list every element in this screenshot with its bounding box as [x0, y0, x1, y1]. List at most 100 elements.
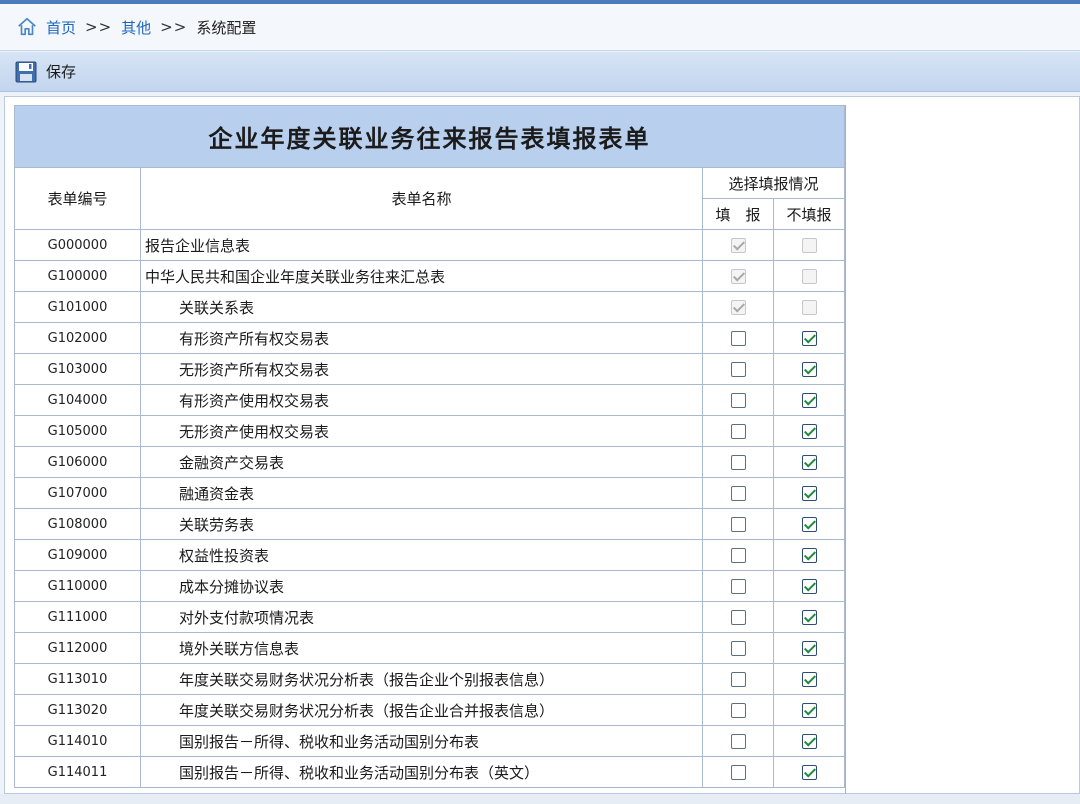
form-name: 权益性投资表 — [140, 539, 703, 571]
nofill-checkbox[interactable] — [801, 765, 817, 780]
nofill-cell — [773, 632, 845, 664]
nofill-cell — [773, 446, 845, 478]
nofill-cell — [773, 756, 845, 788]
form-code: G107000 — [14, 477, 141, 509]
form-name: 对外支付款项情况表 — [140, 601, 703, 633]
nofill-checkbox[interactable] — [801, 703, 817, 718]
header-name: 表单名称 — [140, 167, 703, 230]
table-row: G000000 报告企业信息表 — [14, 229, 845, 261]
form-code: G100000 — [14, 260, 141, 292]
form-title: 企业年度关联业务往来报告表填报表单 — [14, 105, 845, 168]
fill-cell — [702, 477, 774, 509]
fill-checkbox[interactable] — [730, 331, 746, 346]
content-area: 企业年度关联业务往来报告表填报表单 表单编号 表单名称 选择填报情况 填 报 不… — [4, 96, 1080, 795]
nofill-checkbox[interactable] — [801, 641, 817, 656]
nofill-cell — [773, 725, 845, 757]
table-row: G103000 无形资产所有权交易表 — [14, 353, 845, 385]
nofill-checkbox[interactable] — [801, 517, 817, 532]
nofill-checkbox[interactable] — [801, 486, 817, 501]
nofill-checkbox — [801, 238, 817, 253]
fill-cell — [702, 446, 774, 478]
fill-checkbox[interactable] — [730, 362, 746, 377]
breadcrumb-home-link[interactable]: 首页 — [46, 17, 76, 38]
nofill-checkbox[interactable] — [801, 548, 817, 563]
nofill-checkbox[interactable] — [801, 393, 817, 408]
fill-checkbox[interactable] — [730, 579, 746, 594]
table-row: G106000 金融资产交易表 — [14, 446, 845, 478]
fill-checkbox[interactable] — [730, 703, 746, 718]
fill-checkbox[interactable] — [730, 486, 746, 501]
breadcrumb-current: 系统配置 — [196, 18, 257, 37]
fill-cell — [702, 415, 774, 447]
fill-cell — [702, 632, 774, 664]
form-name: 成本分摊协议表 — [140, 570, 703, 602]
form-name: 无形资产使用权交易表 — [140, 415, 703, 447]
nofill-checkbox[interactable] — [801, 455, 817, 470]
breadcrumb-other-link[interactable]: 其他 — [121, 17, 151, 38]
home-icon[interactable] — [16, 16, 38, 38]
fill-cell — [702, 725, 774, 757]
nofill-checkbox — [801, 269, 817, 284]
form-code: G114010 — [14, 725, 141, 757]
breadcrumb: 首页 >> 其他 >> 系统配置 — [0, 4, 1080, 51]
nofill-checkbox[interactable] — [801, 331, 817, 346]
form-name: 关联关系表 — [140, 291, 703, 323]
form-name: 有形资产使用权交易表 — [140, 384, 703, 416]
fill-cell — [702, 539, 774, 571]
fill-checkbox[interactable] — [730, 548, 746, 563]
nofill-checkbox[interactable] — [801, 734, 817, 749]
table-row: G112000 境外关联方信息表 — [14, 632, 845, 664]
table-row: G104000 有形资产使用权交易表 — [14, 384, 845, 416]
form-name: 融通资金表 — [140, 477, 703, 509]
form-code: G105000 — [14, 415, 141, 447]
nofill-cell — [773, 322, 845, 354]
nofill-checkbox[interactable] — [801, 610, 817, 625]
fill-checkbox[interactable] — [730, 455, 746, 470]
table-row: G105000 无形资产使用权交易表 — [14, 415, 845, 447]
form-name: 报告企业信息表 — [140, 229, 703, 261]
nofill-cell — [773, 663, 845, 695]
fill-checkbox[interactable] — [730, 517, 746, 532]
fill-checkbox[interactable] — [730, 734, 746, 749]
fill-checkbox[interactable] — [730, 424, 746, 439]
nofill-checkbox[interactable] — [801, 672, 817, 687]
fill-checkbox[interactable] — [730, 765, 746, 780]
bottom-bar — [0, 794, 1080, 804]
fill-checkbox[interactable] — [730, 610, 746, 625]
table-row: G114011 国别报告－所得、税收和业务活动国别分布表（英文） — [14, 756, 845, 788]
fill-checkbox — [730, 300, 746, 315]
fill-checkbox[interactable] — [730, 672, 746, 687]
nofill-cell — [773, 601, 845, 633]
form-code: G113010 — [14, 663, 141, 695]
form-code: G108000 — [14, 508, 141, 540]
form-name: 国别报告－所得、税收和业务活动国别分布表（英文） — [140, 756, 703, 788]
form-code: G101000 — [14, 291, 141, 323]
nofill-cell — [773, 415, 845, 447]
form-name: 年度关联交易财务状况分析表（报告企业合并报表信息） — [140, 694, 703, 726]
nofill-cell — [773, 694, 845, 726]
table-row: G101000 关联关系表 — [14, 291, 845, 323]
floppy-disk-icon — [15, 61, 37, 82]
fill-checkbox[interactable] — [730, 393, 746, 408]
form-name: 国别报告－所得、税收和业务活动国别分布表 — [140, 725, 703, 757]
form-panel: 企业年度关联业务往来报告表填报表单 表单编号 表单名称 选择填报情况 填 报 不… — [14, 105, 846, 795]
fill-cell — [702, 384, 774, 416]
fill-cell — [702, 601, 774, 633]
nofill-checkbox[interactable] — [801, 362, 817, 377]
fill-cell — [702, 694, 774, 726]
form-code: G102000 — [14, 322, 141, 354]
nofill-cell — [773, 229, 845, 261]
nofill-cell — [773, 570, 845, 602]
fill-cell — [702, 260, 774, 292]
fill-checkbox[interactable] — [730, 641, 746, 656]
save-button[interactable]: 保存 — [14, 60, 76, 84]
fill-cell — [702, 663, 774, 695]
form-code: G109000 — [14, 539, 141, 571]
nofill-cell — [773, 477, 845, 509]
nofill-checkbox[interactable] — [801, 424, 817, 439]
form-name: 境外关联方信息表 — [140, 632, 703, 664]
nofill-checkbox[interactable] — [801, 579, 817, 594]
form-code: G104000 — [14, 384, 141, 416]
fill-checkbox — [730, 238, 746, 253]
fill-checkbox — [730, 269, 746, 284]
